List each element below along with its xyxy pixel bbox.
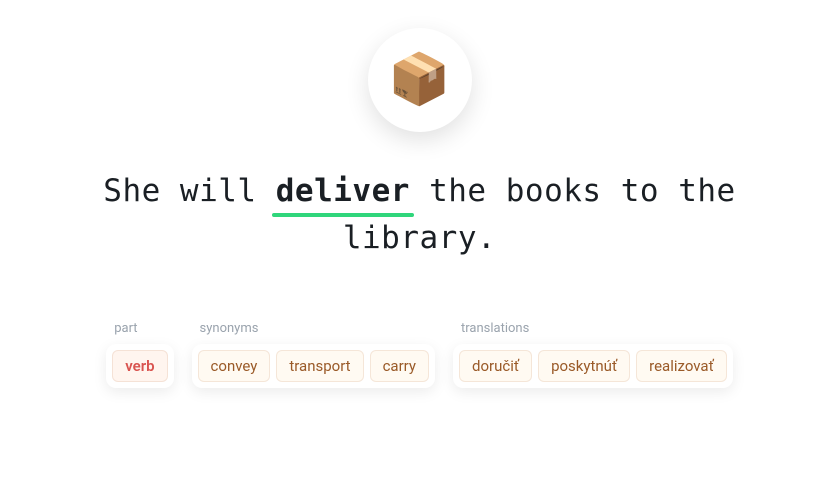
chip-row: conveytransportcarry [192,344,435,388]
chip[interactable]: transport [276,350,363,382]
chip[interactable]: verb [112,350,167,382]
info-groups: partverbsynonymsconveytransportcarrytran… [106,321,733,388]
chip[interactable]: poskytnúť [538,350,630,382]
example-sentence: She will deliver the books to the librar… [30,168,810,261]
chip-row: doručiťposkytnúťrealizovať [453,344,733,388]
sentence-before: She will [103,173,275,209]
chip[interactable]: carry [370,350,429,382]
word-icon-circle: 📦 [368,28,472,132]
chip-row: verb [106,344,173,388]
highlighted-word: deliver [276,168,410,215]
group-synonyms: synonyms conveytransportcarry [192,321,435,388]
group-label: translations [453,321,733,336]
chip[interactable]: convey [198,350,271,382]
group-label: part [106,321,173,336]
group-translations: translations doručiťposkytnúťrealizovať [453,321,733,388]
chip[interactable]: realizovať [636,350,727,382]
group-label: synonyms [192,321,435,336]
group-part: part verb [106,321,173,388]
package-icon: 📦 [388,55,450,105]
chip[interactable]: doručiť [459,350,532,382]
